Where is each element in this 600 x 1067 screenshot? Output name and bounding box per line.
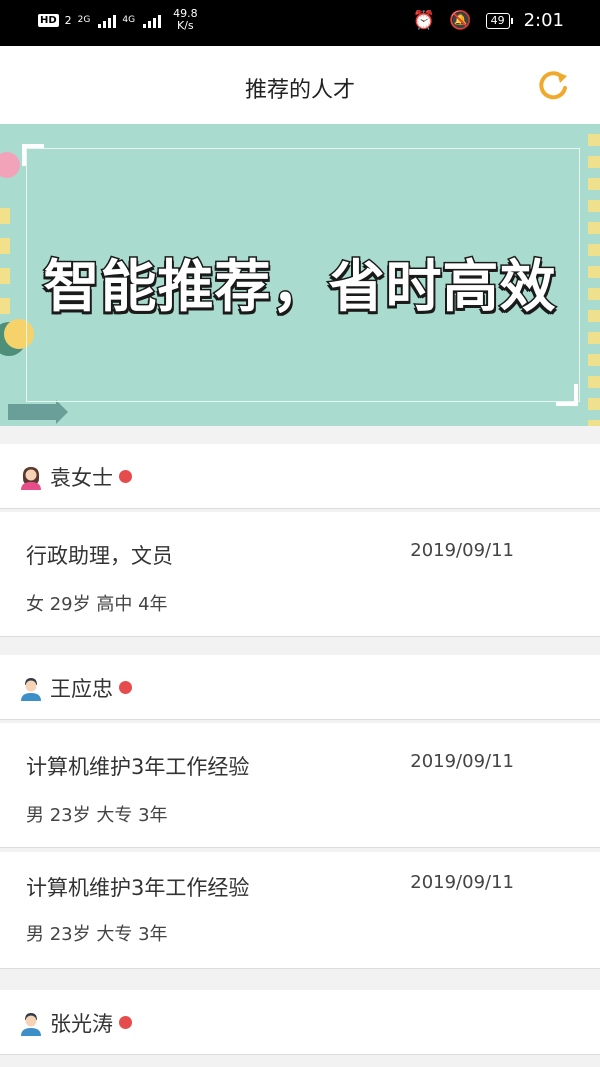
network-label-4g: 4G (122, 15, 136, 25)
job-date: 2019/09/11 (410, 872, 514, 893)
network-speed: 49.8 K/s (173, 8, 198, 32)
promo-banner[interactable]: 智能推荐，省时高效 (0, 124, 600, 426)
person-name: 袁女士 (50, 462, 132, 492)
job-title: 计算机维护3年工作经验 (26, 755, 250, 779)
nav-bar: 推荐的人才 (0, 46, 600, 124)
job-meta: 男 23岁 大专 3年 (26, 924, 168, 945)
frame-corner-bottom-right (556, 384, 578, 406)
mute-icon: 🔕 (449, 10, 472, 31)
speed-unit: K/s (177, 19, 194, 32)
person-name: 王应忠 (50, 673, 132, 703)
status-bar-right: ⏰ 🔕 49 2:01 (413, 10, 564, 31)
hd-badge: HD (38, 13, 59, 27)
battery-level: 49 (490, 13, 505, 27)
job-meta: 女 29岁 高中 4年 (26, 594, 168, 615)
battery-icon: 49 (485, 12, 513, 29)
job-card[interactable]: 行政助理，文员 2019/09/11 女 29岁 高中 4年 (0, 512, 600, 637)
person-name-text: 袁女士 (50, 466, 113, 490)
person-name-text: 张光涛 (50, 1012, 113, 1036)
status-bar-left: HD 2 2G 4G 49.8 K/s (38, 8, 198, 32)
person-name-text: 王应忠 (50, 677, 113, 701)
status-bar: HD 2 2G 4G 49.8 K/s ⏰ 🔕 49 2:01 (0, 0, 600, 46)
person-header-1[interactable]: 袁女士 (0, 444, 600, 509)
online-dot (119, 1016, 132, 1029)
job-date: 2019/09/11 (410, 540, 514, 561)
person-header-2[interactable]: 王应忠 (0, 655, 600, 720)
online-dot (119, 681, 132, 694)
banner-slogan: 智能推荐，省时高效 (42, 254, 557, 322)
signal-icon-2 (143, 12, 162, 28)
arrow-decoration (8, 400, 68, 424)
alarm-icon: ⏰ (412, 10, 436, 31)
male-avatar-icon (21, 678, 41, 701)
refresh-icon[interactable] (536, 68, 570, 102)
job-title: 计算机维护3年工作经验 (26, 876, 250, 900)
job-meta: 男 23岁 大专 3年 (26, 805, 168, 826)
signal-icon (98, 12, 117, 28)
sim-label: 2 (64, 13, 72, 27)
female-avatar-icon (21, 467, 41, 490)
clock: 2:01 (523, 10, 564, 31)
frame-corner-top-left (22, 144, 44, 166)
person-header-3[interactable]: 张光涛 (0, 990, 600, 1055)
pink-dot-decoration (0, 152, 20, 178)
job-card[interactable]: 计算机维护3年工作经验 2019/09/11 男 23岁 大专 3年 (0, 723, 600, 848)
network-label-2g: 2G (77, 15, 91, 25)
job-title: 行政助理，文员 (26, 544, 173, 568)
online-dot (119, 470, 132, 483)
male-avatar-icon (21, 1013, 41, 1036)
page-title: 推荐的人才 (244, 78, 355, 103)
person-name: 张光涛 (50, 1008, 132, 1038)
job-card[interactable]: 计算机维护3年工作经验 2019/09/11 男 23岁 大专 3年 (0, 852, 600, 969)
job-date: 2019/09/11 (410, 751, 514, 772)
